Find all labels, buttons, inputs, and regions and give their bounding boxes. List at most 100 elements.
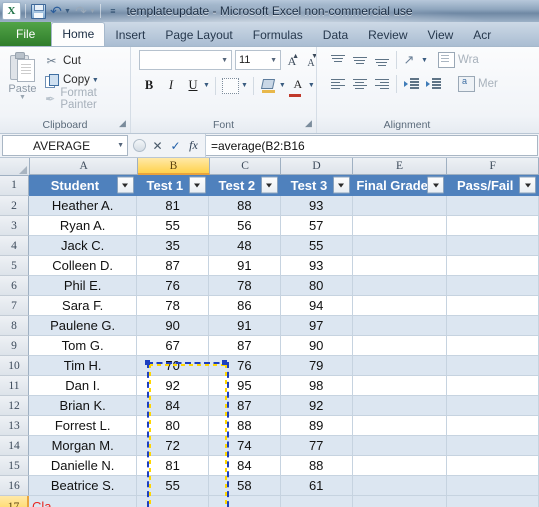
cell-a9[interactable]: Tom G. <box>29 336 138 356</box>
column-header-f[interactable]: F <box>447 158 539 175</box>
row-header-17[interactable]: 17 <box>0 496 29 507</box>
row-header-16[interactable]: 16 <box>0 476 29 496</box>
cell-e5[interactable] <box>352 256 448 276</box>
cell-a4[interactable]: Jack C. <box>29 236 138 256</box>
row-header-13[interactable]: 13 <box>0 416 29 436</box>
cut-button[interactable]: ✂ Cut <box>41 52 126 70</box>
cell-b14[interactable]: 72 <box>137 436 210 456</box>
underline-button[interactable]: U <box>183 76 203 96</box>
cell-c5[interactable]: 91 <box>209 256 281 276</box>
cell-d10[interactable]: 79 <box>280 356 353 376</box>
filter-dropdown-icon-d[interactable] <box>332 176 350 194</box>
tab-insert[interactable]: Insert <box>105 24 155 46</box>
cell-e2[interactable] <box>352 196 448 216</box>
cell-e7[interactable] <box>352 296 448 316</box>
orientation-button[interactable]: ↗ <box>401 50 422 70</box>
tab-review[interactable]: Review <box>358 24 417 46</box>
cell-c7[interactable]: 86 <box>209 296 281 316</box>
align-right-button[interactable] <box>371 74 392 94</box>
cell-d7[interactable]: 94 <box>280 296 353 316</box>
cell-d6[interactable]: 80 <box>280 276 353 296</box>
cell-f14[interactable] <box>447 436 539 456</box>
align-left-button[interactable] <box>327 74 348 94</box>
row-header-14[interactable]: 14 <box>0 436 29 456</box>
font-name-dropdown-icon[interactable]: ▼ <box>221 57 228 64</box>
cell-b6[interactable]: 76 <box>137 276 210 296</box>
row-header-15[interactable]: 15 <box>0 456 29 476</box>
cell-c15[interactable]: 84 <box>209 456 281 476</box>
cell-b11[interactable]: 92 <box>137 376 210 396</box>
cell-e8[interactable] <box>352 316 448 336</box>
formula-input[interactable]: =average(B2:B16 <box>206 135 538 156</box>
row-header-2[interactable]: 2 <box>0 196 29 216</box>
filter-dropdown-icon-f[interactable] <box>519 176 537 194</box>
cell-f15[interactable] <box>447 456 539 476</box>
cell-d4[interactable]: 55 <box>280 236 353 256</box>
cell-e4[interactable] <box>352 236 448 256</box>
cell-c17[interactable] <box>209 496 281 507</box>
font-size-dropdown-icon[interactable]: ▼ <box>270 57 277 64</box>
cell-f9[interactable] <box>447 336 539 356</box>
cell-b5[interactable]: 87 <box>137 256 210 276</box>
cell-a11[interactable]: Dan I. <box>29 376 138 396</box>
insert-function-icon[interactable]: fx <box>187 138 200 152</box>
cell-b16[interactable]: 55 <box>137 476 210 496</box>
cell-f8[interactable] <box>447 316 539 336</box>
cell-f13[interactable] <box>447 416 539 436</box>
cell-a8[interactable]: Paulene G. <box>29 316 138 336</box>
cell-d3[interactable]: 57 <box>280 216 353 236</box>
row-header-4[interactable]: 4 <box>0 236 29 256</box>
cell-b4[interactable]: 35 <box>137 236 210 256</box>
font-size-combo[interactable]: 11 ▼ <box>235 50 281 70</box>
align-middle-button[interactable] <box>349 50 370 70</box>
filter-dropdown-icon-e[interactable] <box>427 176 445 194</box>
cell-f6[interactable] <box>447 276 539 296</box>
cell-c6[interactable]: 78 <box>209 276 281 296</box>
enter-formula-button[interactable]: ✓ <box>169 139 182 153</box>
cell-e10[interactable] <box>352 356 448 376</box>
row-header-10[interactable]: 10 <box>0 356 29 376</box>
font-name-combo[interactable]: ▼ <box>139 50 232 70</box>
cell-b7[interactable]: 78 <box>137 296 210 316</box>
cell-e13[interactable] <box>352 416 448 436</box>
cell-b13[interactable]: 80 <box>137 416 210 436</box>
cell-b15[interactable]: 81 <box>137 456 210 476</box>
cell-a2[interactable]: Heather A. <box>29 196 138 216</box>
header-cell-pass-fail[interactable]: Pass/Fail <box>447 175 539 196</box>
tab-formulas[interactable]: Formulas <box>243 24 313 46</box>
cell-c2[interactable]: 88 <box>209 196 281 216</box>
cell-d13[interactable]: 89 <box>280 416 353 436</box>
cell-f5[interactable] <box>447 256 539 276</box>
cell-c8[interactable]: 91 <box>209 316 281 336</box>
cell-d2[interactable]: 93 <box>280 196 353 216</box>
cell-a16[interactable]: Beatrice S. <box>29 476 138 496</box>
header-cell-test1[interactable]: Test 1 <box>136 175 209 196</box>
underline-dropdown-icon[interactable]: ▼ <box>203 82 210 89</box>
cell-d15[interactable]: 88 <box>280 456 353 476</box>
cell-d11[interactable]: 98 <box>280 376 353 396</box>
cell-e16[interactable] <box>352 476 448 496</box>
cancel-formula-button[interactable]: ✕ <box>151 139 164 153</box>
cell-a14[interactable]: Morgan M. <box>29 436 138 456</box>
tab-page-layout[interactable]: Page Layout <box>155 24 242 46</box>
cell-f2[interactable] <box>447 196 539 216</box>
fill-color-dropdown-icon[interactable]: ▼ <box>279 82 286 89</box>
font-color-button[interactable]: A <box>288 74 308 97</box>
cell-b8[interactable]: 90 <box>137 316 210 336</box>
header-cell-test2[interactable]: Test 2 <box>208 175 281 196</box>
cell-e3[interactable] <box>352 216 448 236</box>
cell-c10[interactable]: 76 <box>209 356 281 376</box>
header-cell-student[interactable]: Student <box>29 175 137 196</box>
cell-f10[interactable] <box>447 356 539 376</box>
grow-font-button[interactable]: A ▲ <box>284 51 300 69</box>
align-bottom-button[interactable] <box>371 50 392 70</box>
borders-dropdown-icon[interactable]: ▼ <box>241 82 248 89</box>
cell-a7[interactable]: Sara F. <box>29 296 138 316</box>
merge-and-center-button[interactable]: Mer <box>458 76 498 92</box>
cell-f3[interactable] <box>447 216 539 236</box>
cell-c12[interactable]: 87 <box>209 396 281 416</box>
column-header-b[interactable]: B <box>138 158 210 175</box>
filter-dropdown-icon-c[interactable] <box>260 176 278 194</box>
align-center-button[interactable] <box>349 74 370 94</box>
borders-button[interactable] <box>221 76 241 96</box>
